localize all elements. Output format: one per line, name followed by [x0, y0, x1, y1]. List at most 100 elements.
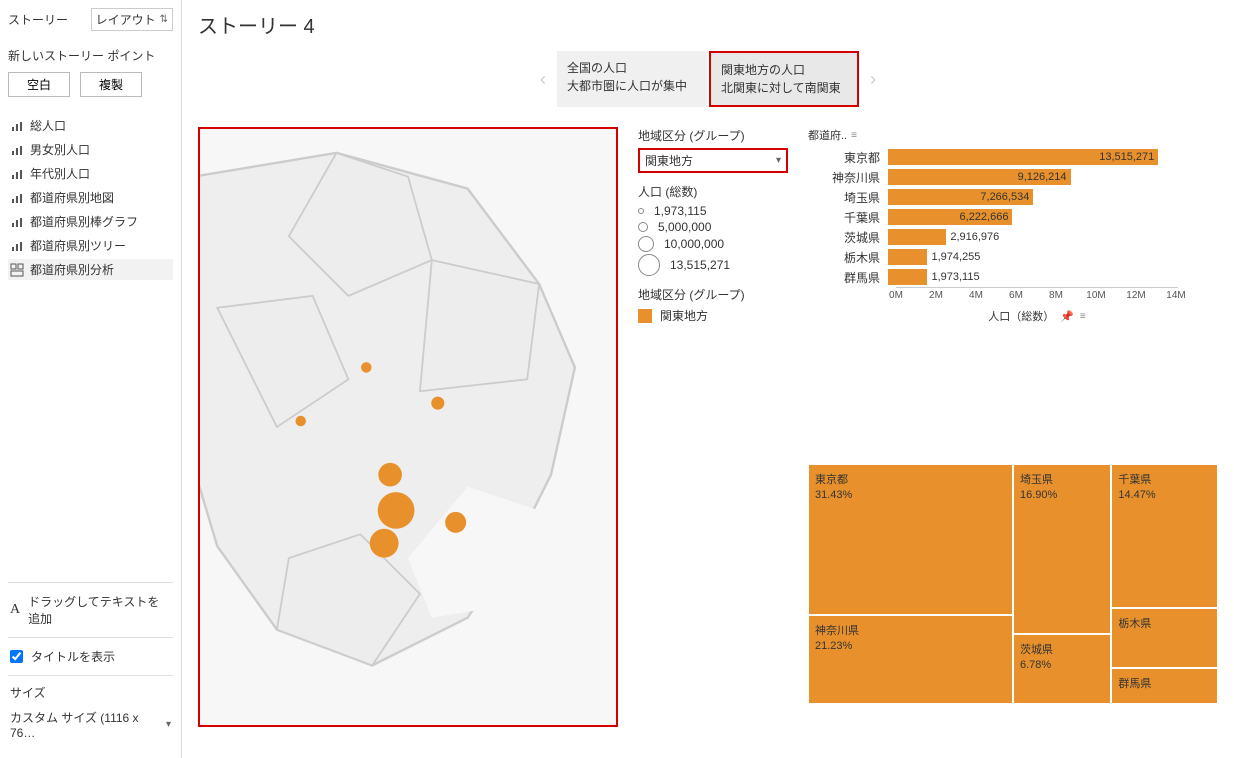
treemap-cell-name: 群馬県: [1118, 675, 1211, 691]
sheet-label: 都道府県別地図: [30, 189, 114, 206]
map-point[interactable]: [445, 512, 466, 533]
show-title-label: タイトルを表示: [31, 648, 115, 665]
size-legend-label: 10,000,000: [664, 237, 724, 251]
treemap-cell-name: 東京都: [815, 471, 1006, 487]
treemap-cell-name: 茨城県: [1020, 641, 1104, 657]
sort-icon[interactable]: ≡: [1080, 311, 1086, 322]
map-point[interactable]: [431, 397, 444, 410]
bar-value-label: 9,126,214: [1018, 169, 1067, 185]
treemap-cell[interactable]: 埼玉県16.90%: [1013, 464, 1111, 634]
axis-tick: 10M: [1086, 290, 1105, 301]
bar-row[interactable]: 栃木県 1,974,255: [808, 247, 1178, 267]
sheet-item[interactable]: 年代別人口: [8, 163, 173, 184]
color-swatch-icon: [638, 309, 652, 323]
sheet-label: 都道府県別ツリー: [30, 237, 126, 254]
map-point[interactable]: [378, 492, 415, 529]
sidebar-tab-layout[interactable]: レイアウト ⇅: [91, 8, 173, 31]
story-point-card[interactable]: 全国の人口大都市圏に人口が集中: [557, 51, 707, 107]
treemap-cell[interactable]: 千葉県14.47%: [1111, 464, 1218, 608]
story-title[interactable]: ストーリー 4: [198, 10, 1218, 39]
sheet-item[interactable]: 都道府県別地図: [8, 187, 173, 208]
bar-value-label: 2,916,976: [950, 229, 999, 245]
map-view[interactable]: [198, 127, 618, 727]
region-select[interactable]: 関東地方 ▾: [638, 148, 788, 173]
region-group-label: 地域区分 (グループ): [638, 127, 788, 144]
sheet-item[interactable]: 都道府県別棒グラフ: [8, 211, 173, 232]
axis-tick: 6M: [1009, 290, 1023, 301]
size-label: サイズ: [10, 684, 171, 701]
bar-row[interactable]: 東京都 13,515,271: [808, 147, 1178, 167]
worksheet-icon: [10, 167, 24, 181]
map-point[interactable]: [370, 529, 399, 558]
size-circle-icon: [638, 254, 660, 276]
sheet-label: 都道府県別棒グラフ: [30, 213, 138, 230]
bar-field-label[interactable]: 都道府.. ≡: [808, 127, 1218, 143]
axis-tick: 4M: [969, 290, 983, 301]
bar-track: 6,222,666: [888, 209, 1178, 225]
size-select[interactable]: カスタム サイズ (1116 x 76… ▾: [10, 707, 171, 742]
treemap-cell[interactable]: 東京都 31.43%: [808, 464, 1013, 615]
bar-row[interactable]: 千葉県6,222,666: [808, 207, 1178, 227]
bar-value-label: 1,974,255: [931, 249, 980, 265]
sheet-item[interactable]: 都道府県別ツリー: [8, 235, 173, 256]
treemap-cell[interactable]: 栃木県: [1111, 608, 1218, 668]
treemap-cell[interactable]: 神奈川県21.23%: [808, 615, 1013, 704]
bar-fill: [888, 229, 946, 245]
bar-field-text: 都道府..: [808, 127, 847, 143]
show-title-row[interactable]: タイトルを表示: [8, 637, 173, 675]
duplicate-button[interactable]: 複製: [80, 72, 142, 97]
bar-category-label: 神奈川県: [808, 169, 888, 186]
pin-icon[interactable]: 📌: [1060, 310, 1074, 323]
chevron-down-icon: ▾: [776, 155, 781, 166]
treemap-cell-pct: 31.43%: [815, 489, 1006, 501]
map-point[interactable]: [361, 362, 371, 372]
bar-row[interactable]: 神奈川県 9,126,214: [808, 167, 1178, 187]
nav-next-button[interactable]: ›: [863, 51, 883, 107]
size-value: カスタム サイズ (1116 x 76…: [10, 709, 166, 740]
story-point-card[interactable]: 関東地方の人口北関東に対して南関東: [709, 51, 859, 107]
treemap-cell[interactable]: 群馬県: [1111, 668, 1218, 704]
bar-row[interactable]: 埼玉県7,266,534: [808, 187, 1178, 207]
bar-category-label: 群馬県: [808, 269, 888, 286]
bar-fill: [888, 249, 927, 265]
sheet-list: 総人口男女別人口年代別人口都道府県別地図都道府県別棒グラフ都道府県別ツリー都道府…: [8, 115, 173, 280]
card-line1: 関東地方の人口: [721, 61, 847, 79]
sheet-item[interactable]: 総人口: [8, 115, 173, 136]
drag-text-row[interactable]: A ドラッグしてテキストを追加: [8, 582, 173, 637]
bar-value-label: 13,515,271: [1099, 149, 1154, 165]
region-selected-value: 関東地方: [645, 152, 693, 169]
treemap-cell-name: 神奈川県: [815, 622, 1006, 638]
sidebar-tab-story[interactable]: ストーリー: [8, 11, 68, 28]
blank-button[interactable]: 空白: [8, 72, 70, 97]
legend-panel: 地域区分 (グループ) 関東地方 ▾ 人口 (総数) 1,973,1155,00…: [638, 127, 788, 727]
text-icon: A: [10, 602, 20, 618]
bar-fill: [888, 269, 927, 285]
bar-category-label: 茨城県: [808, 229, 888, 246]
bar-category-label: 栃木県: [808, 249, 888, 266]
story-nav: ‹ 全国の人口大都市圏に人口が集中関東地方の人口北関東に対して南関東 ›: [198, 51, 1218, 107]
size-legend-row: 10,000,000: [638, 236, 788, 252]
map-point[interactable]: [378, 463, 402, 487]
bar-track: 1,974,255: [888, 249, 1178, 265]
bar-chart[interactable]: 東京都 13,515,271 神奈川県 9,126,214 埼玉県7,266,534千葉…: [808, 147, 1178, 287]
show-title-checkbox[interactable]: [10, 650, 23, 663]
bar-row[interactable]: 群馬県1,973,115: [808, 267, 1178, 287]
map-point[interactable]: [295, 416, 305, 426]
bar-track: 1,973,115: [888, 269, 1178, 285]
card-line2: 北関東に対して南関東: [721, 79, 847, 97]
nav-prev-button[interactable]: ‹: [533, 51, 553, 107]
bar-track: 13,515,271: [888, 149, 1178, 165]
size-circle-icon: [638, 222, 648, 232]
map-svg: [200, 129, 616, 725]
color-legend-row: 関東地方: [638, 307, 788, 324]
size-legend-label: 1,973,115: [654, 204, 707, 218]
bar-value-label: 7,266,534: [980, 189, 1029, 205]
worksheet-icon: [10, 119, 24, 133]
sheet-item[interactable]: 都道府県別分析: [8, 259, 173, 280]
treemap-cell[interactable]: 茨城県6.78%: [1013, 634, 1111, 704]
bar-category-label: 東京都: [808, 149, 888, 166]
treemap[interactable]: 東京都31.43%神奈川県21.23%埼玉県16.90%千葉県14.47%茨城県…: [808, 464, 1218, 704]
sheet-item[interactable]: 男女別人口: [8, 139, 173, 160]
bar-row[interactable]: 茨城県 2,916,976: [808, 227, 1178, 247]
bar-axis-title: 人口（総数）: [988, 308, 1054, 324]
